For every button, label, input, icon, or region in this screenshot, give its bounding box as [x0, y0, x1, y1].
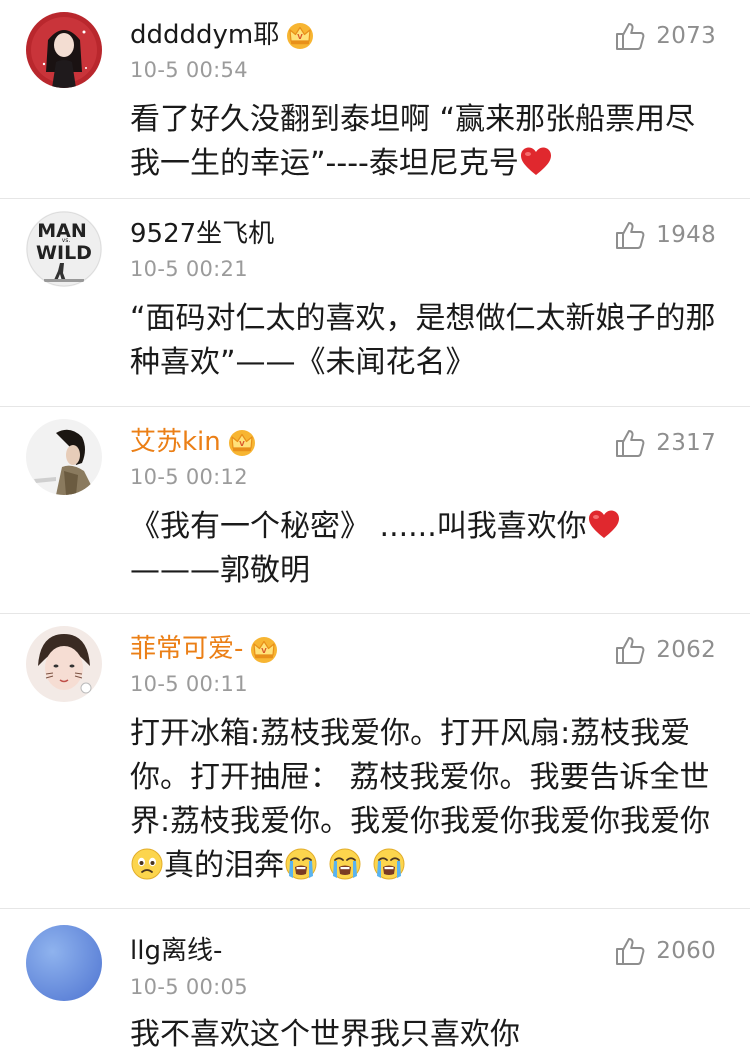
username[interactable]: 艾苏kin: [130, 424, 221, 460]
comment-line: “面码对仁太的喜欢，是想做仁太新娘子的那: [130, 301, 716, 336]
avatar[interactable]: [26, 12, 102, 88]
loudly-crying-face-emoji: [372, 847, 406, 881]
svg-text:WILD: WILD: [36, 242, 92, 264]
thumbs-up-icon: [614, 427, 646, 459]
comment-line: 界:荔枝我爱你。我爱你我爱你我爱你我爱你: [130, 804, 711, 839]
username[interactable]: dddddym耶: [130, 17, 279, 53]
comment-line: 看了好久没翻到泰坦啊 “赢来那张船票用尽: [130, 102, 696, 137]
red-heart-emoji: [587, 508, 621, 542]
comment-line: 《我有一个秘密》 ......叫我喜欢你: [130, 509, 587, 544]
username[interactable]: 菲常可爱-: [130, 631, 243, 667]
avatar[interactable]: [26, 419, 102, 495]
thumbs-up-icon: [614, 634, 646, 666]
like-button[interactable]: 2062: [614, 632, 716, 668]
like-count: 2317: [656, 430, 716, 456]
comment-line: 我不喜欢这个世界我只喜欢你: [130, 1017, 520, 1052]
crown-badge-icon: [285, 21, 315, 49]
comment-line: 你。打开抽屉： 荔枝我爱你。我要告诉全世: [130, 760, 710, 795]
timestamp: 10-5 00:11: [130, 672, 248, 696]
loudly-crying-face-emoji: [284, 847, 318, 881]
comment-line: 种喜欢”——《未闻花名》: [130, 345, 476, 380]
thumbs-up-icon: [614, 20, 646, 52]
timestamp: 10-5 00:05: [130, 975, 248, 999]
comment-text: 《我有一个秘密》 ......叫我喜欢你 ———郭敬明: [130, 505, 720, 593]
username[interactable]: 9527坐飞机: [130, 216, 274, 252]
thumbs-up-icon: [614, 935, 646, 967]
avatar[interactable]: MAN vs. WILD: [26, 211, 102, 287]
like-button[interactable]: 2317: [614, 425, 716, 461]
comment-line: 我一生的幸运”----泰坦尼克号: [130, 146, 519, 181]
like-count: 2062: [656, 637, 716, 663]
comment-line: 打开冰箱:荔枝我爱你。打开风扇:荔枝我爱: [130, 716, 691, 751]
comment-text: “面码对仁太的喜欢，是想做仁太新娘子的那 种喜欢”——《未闻花名》: [130, 297, 720, 385]
like-count: 2073: [656, 23, 716, 49]
like-button[interactable]: 2073: [614, 18, 716, 54]
timestamp: 10-5 00:12: [130, 465, 248, 489]
comment-text: 我不喜欢这个世界我只喜欢你: [130, 1013, 720, 1057]
like-button[interactable]: 1948: [614, 217, 716, 253]
worried-face-emoji: [130, 847, 164, 881]
comment-line: 真的泪奔: [164, 848, 284, 883]
timestamp: 10-5 00:54: [130, 58, 248, 82]
comment-text: 看了好久没翻到泰坦啊 “赢来那张船票用尽 我一生的幸运”----泰坦尼克号: [130, 98, 720, 186]
like-count: 1948: [656, 222, 716, 248]
crown-badge-icon: [249, 635, 279, 663]
comment-line: ———郭敬明: [130, 553, 310, 588]
avatar[interactable]: [26, 626, 102, 702]
like-count: 2060: [656, 938, 716, 964]
comment-item: 艾苏kin 10-5 00:12 2317 《我有一个秘密》 ......叫我喜…: [0, 407, 750, 614]
comment-item: 菲常可爱- 10-5 00:11 2062 打开冰箱:荔枝我爱你。打开风扇:荔枝…: [0, 614, 750, 909]
loudly-crying-face-emoji: [328, 847, 362, 881]
crown-badge-icon: [227, 428, 257, 456]
timestamp: 10-5 00:21: [130, 257, 248, 281]
like-button[interactable]: 2060: [614, 933, 716, 969]
comment-item: llg离线- 10-5 00:05 2060 我不喜欢这个世界我只喜欢你: [0, 909, 750, 1061]
thumbs-up-icon: [614, 219, 646, 251]
comment-text: 打开冰箱:荔枝我爱你。打开风扇:荔枝我爱 你。打开抽屉： 荔枝我爱你。我要告诉全…: [130, 712, 720, 888]
username[interactable]: llg离线-: [130, 933, 222, 969]
comment-item: MAN vs. WILD 9527坐飞机 10-5 00:21 1948 “面码…: [0, 199, 750, 407]
comment-item: dddddym耶 10-5 00:54 2073 看了好久没翻到泰坦啊 “赢来那…: [0, 0, 750, 199]
red-heart-emoji: [519, 145, 553, 179]
avatar[interactable]: [26, 925, 102, 1001]
